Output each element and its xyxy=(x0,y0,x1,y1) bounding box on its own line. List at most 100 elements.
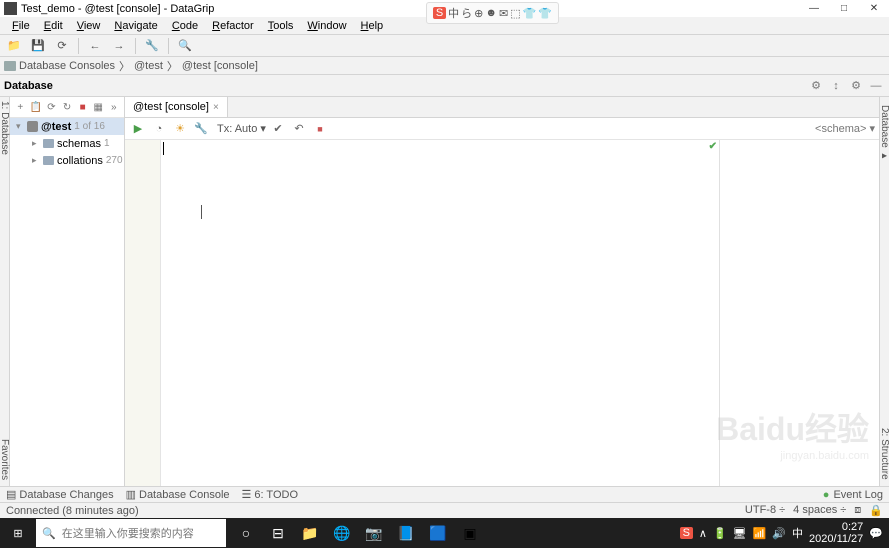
expand-toggle-icon[interactable]: ▸ xyxy=(32,155,40,166)
editor-textarea[interactable]: ✔ xyxy=(161,140,719,486)
app-icon[interactable]: 📘 xyxy=(390,518,422,548)
menu-help[interactable]: Help xyxy=(355,19,390,33)
maximize-button[interactable]: □ xyxy=(829,0,859,17)
ime-item[interactable]: ☻ xyxy=(485,7,497,19)
run-button[interactable]: ▶ xyxy=(129,120,147,138)
schema-dropdown[interactable]: <schema> ▾ xyxy=(815,122,875,135)
ime-item[interactable]: 👕 xyxy=(523,7,537,20)
tray-expand-icon[interactable]: ∧ xyxy=(699,527,707,540)
expand-toggle-icon[interactable]: ▾ xyxy=(16,121,24,132)
menu-file[interactable]: File xyxy=(6,19,36,33)
rollback-icon[interactable]: ↶ xyxy=(290,120,308,138)
ime-item[interactable]: ✉ xyxy=(499,7,508,20)
inspection-icon[interactable]: ⧈ xyxy=(854,504,861,517)
app-icon xyxy=(4,2,17,15)
breadcrumb-item[interactable]: @test xyxy=(134,60,163,72)
expand-toggle-icon[interactable]: ▸ xyxy=(32,138,40,149)
separator xyxy=(168,38,169,54)
battery-icon[interactable]: 🔋 xyxy=(713,527,727,540)
display-icon[interactable]: 🖥 xyxy=(733,527,747,540)
ime-item[interactable]: ⬚ xyxy=(510,7,520,20)
rail-favorites-tab[interactable]: Favorites xyxy=(0,439,10,480)
tab-close-icon[interactable]: × xyxy=(213,102,219,113)
volume-icon[interactable]: 🔊 xyxy=(772,527,786,540)
stop-icon[interactable]: ■ xyxy=(76,99,89,115)
menu-view[interactable]: View xyxy=(71,19,107,33)
editor-tab[interactable]: @test [console] × xyxy=(125,97,228,117)
tray-s-icon[interactable]: S xyxy=(680,527,693,539)
database-console-tab[interactable]: ▥ Database Console xyxy=(126,488,230,501)
left-rail: 1: Database Favorites xyxy=(0,97,10,486)
breadcrumb-item[interactable]: Database Consoles xyxy=(4,60,115,72)
start-button[interactable]: ⊞ xyxy=(0,518,36,548)
menu-tools[interactable]: Tools xyxy=(262,19,300,33)
more-icon[interactable]: » xyxy=(107,99,120,115)
ime-icon[interactable]: 中 xyxy=(792,525,803,541)
clock[interactable]: 0:27 2020/11/27 xyxy=(809,521,863,545)
close-button[interactable]: ✕ xyxy=(859,0,889,17)
app-icon[interactable]: 📷 xyxy=(358,518,390,548)
wrench-icon[interactable]: 🔧 xyxy=(192,120,210,138)
explorer-icon[interactable]: 📁 xyxy=(294,518,326,548)
inspection-ok-icon[interactable]: ✔ xyxy=(709,141,717,152)
ime-badge[interactable]: S xyxy=(433,7,446,19)
rail-database-tab[interactable]: Database ▸ xyxy=(879,105,889,162)
datagrip-icon[interactable]: ▣ xyxy=(454,518,486,548)
menu-window[interactable]: Window xyxy=(301,19,352,33)
breadcrumb-item[interactable]: @test [console] xyxy=(182,60,258,72)
rail-database-tab[interactable]: 1: Database xyxy=(0,101,10,155)
notification-icon[interactable]: 💬 xyxy=(869,527,883,540)
database-changes-tab[interactable]: ▤ Database Changes xyxy=(6,488,114,501)
ime-item[interactable]: 👕 xyxy=(538,7,552,20)
chrome-icon[interactable]: 🌐 xyxy=(326,518,358,548)
add-icon[interactable]: + xyxy=(14,99,27,115)
stop-icon[interactable]: ■ xyxy=(311,120,329,138)
refresh-icon[interactable]: ⟳ xyxy=(52,37,72,55)
grid-icon[interactable]: ▦ xyxy=(92,99,105,115)
lock-icon[interactable]: 🔒 xyxy=(869,504,883,517)
separator xyxy=(135,38,136,54)
ime-item[interactable]: ら xyxy=(461,5,472,21)
menu-code[interactable]: Code xyxy=(166,19,204,33)
refresh-icon[interactable]: ⟳ xyxy=(45,99,58,115)
tree-node-root[interactable]: ▾ @test 1 of 16 xyxy=(10,118,124,135)
tree-node-schemas[interactable]: ▸ schemas 1 xyxy=(10,135,124,152)
open-icon[interactable]: 📁 xyxy=(4,37,24,55)
editor-body[interactable]: ✔ xyxy=(125,140,879,486)
back-icon[interactable]: ← xyxy=(85,37,105,55)
commit-icon[interactable]: ✔ xyxy=(269,120,287,138)
menu-navigate[interactable]: Navigate xyxy=(108,19,163,33)
cortana-icon[interactable]: ○ xyxy=(230,518,262,548)
taskview-icon[interactable]: ⊟ xyxy=(262,518,294,548)
edge-icon[interactable]: 🟦 xyxy=(422,518,454,548)
indent-indicator[interactable]: 4 spaces ÷ xyxy=(793,504,846,517)
panel-hide-icon[interactable]: — xyxy=(867,77,885,95)
copy-icon[interactable]: 📋 xyxy=(30,99,43,115)
event-log-tab[interactable]: ● Event Log xyxy=(823,489,883,501)
save-icon[interactable]: 💾 xyxy=(28,37,48,55)
panel-settings-icon[interactable]: ⚙ xyxy=(847,77,865,95)
ime-item[interactable]: 中 xyxy=(448,5,459,21)
panel-gear-icon[interactable]: ⚙ xyxy=(807,77,825,95)
sync-icon[interactable]: ↻ xyxy=(61,99,74,115)
network-icon[interactable]: 📶 xyxy=(753,527,767,540)
taskbar-search[interactable]: 🔍 在这里输入你要搜索的内容 xyxy=(36,519,226,547)
wrench-icon[interactable]: 🔧 xyxy=(142,37,162,55)
menu-refactor[interactable]: Refactor xyxy=(206,19,260,33)
explain-icon[interactable]: ☀ xyxy=(171,120,189,138)
folder-icon xyxy=(4,61,16,71)
menu-edit[interactable]: Edit xyxy=(38,19,69,33)
tree-node-collations[interactable]: ▸ collations 270 xyxy=(10,152,124,169)
node-label: schemas xyxy=(57,138,101,150)
tx-mode-dropdown[interactable]: Tx: Auto ▾ xyxy=(217,122,266,135)
todo-tab[interactable]: ☰ 6: TODO xyxy=(242,488,298,501)
minimize-button[interactable]: — xyxy=(799,0,829,17)
clock-icon[interactable]: ◔ xyxy=(150,120,168,138)
encoding-indicator[interactable]: UTF-8 ÷ xyxy=(745,504,785,517)
forward-icon[interactable]: → xyxy=(109,37,129,55)
rail-structure-tab[interactable]: 2: Structure xyxy=(879,428,889,480)
search-icon[interactable]: 🔍 xyxy=(175,37,195,55)
search-icon: 🔍 xyxy=(42,527,56,540)
panel-sort-icon[interactable]: ↕ xyxy=(827,77,845,95)
ime-item[interactable]: ⊕ xyxy=(474,7,483,20)
